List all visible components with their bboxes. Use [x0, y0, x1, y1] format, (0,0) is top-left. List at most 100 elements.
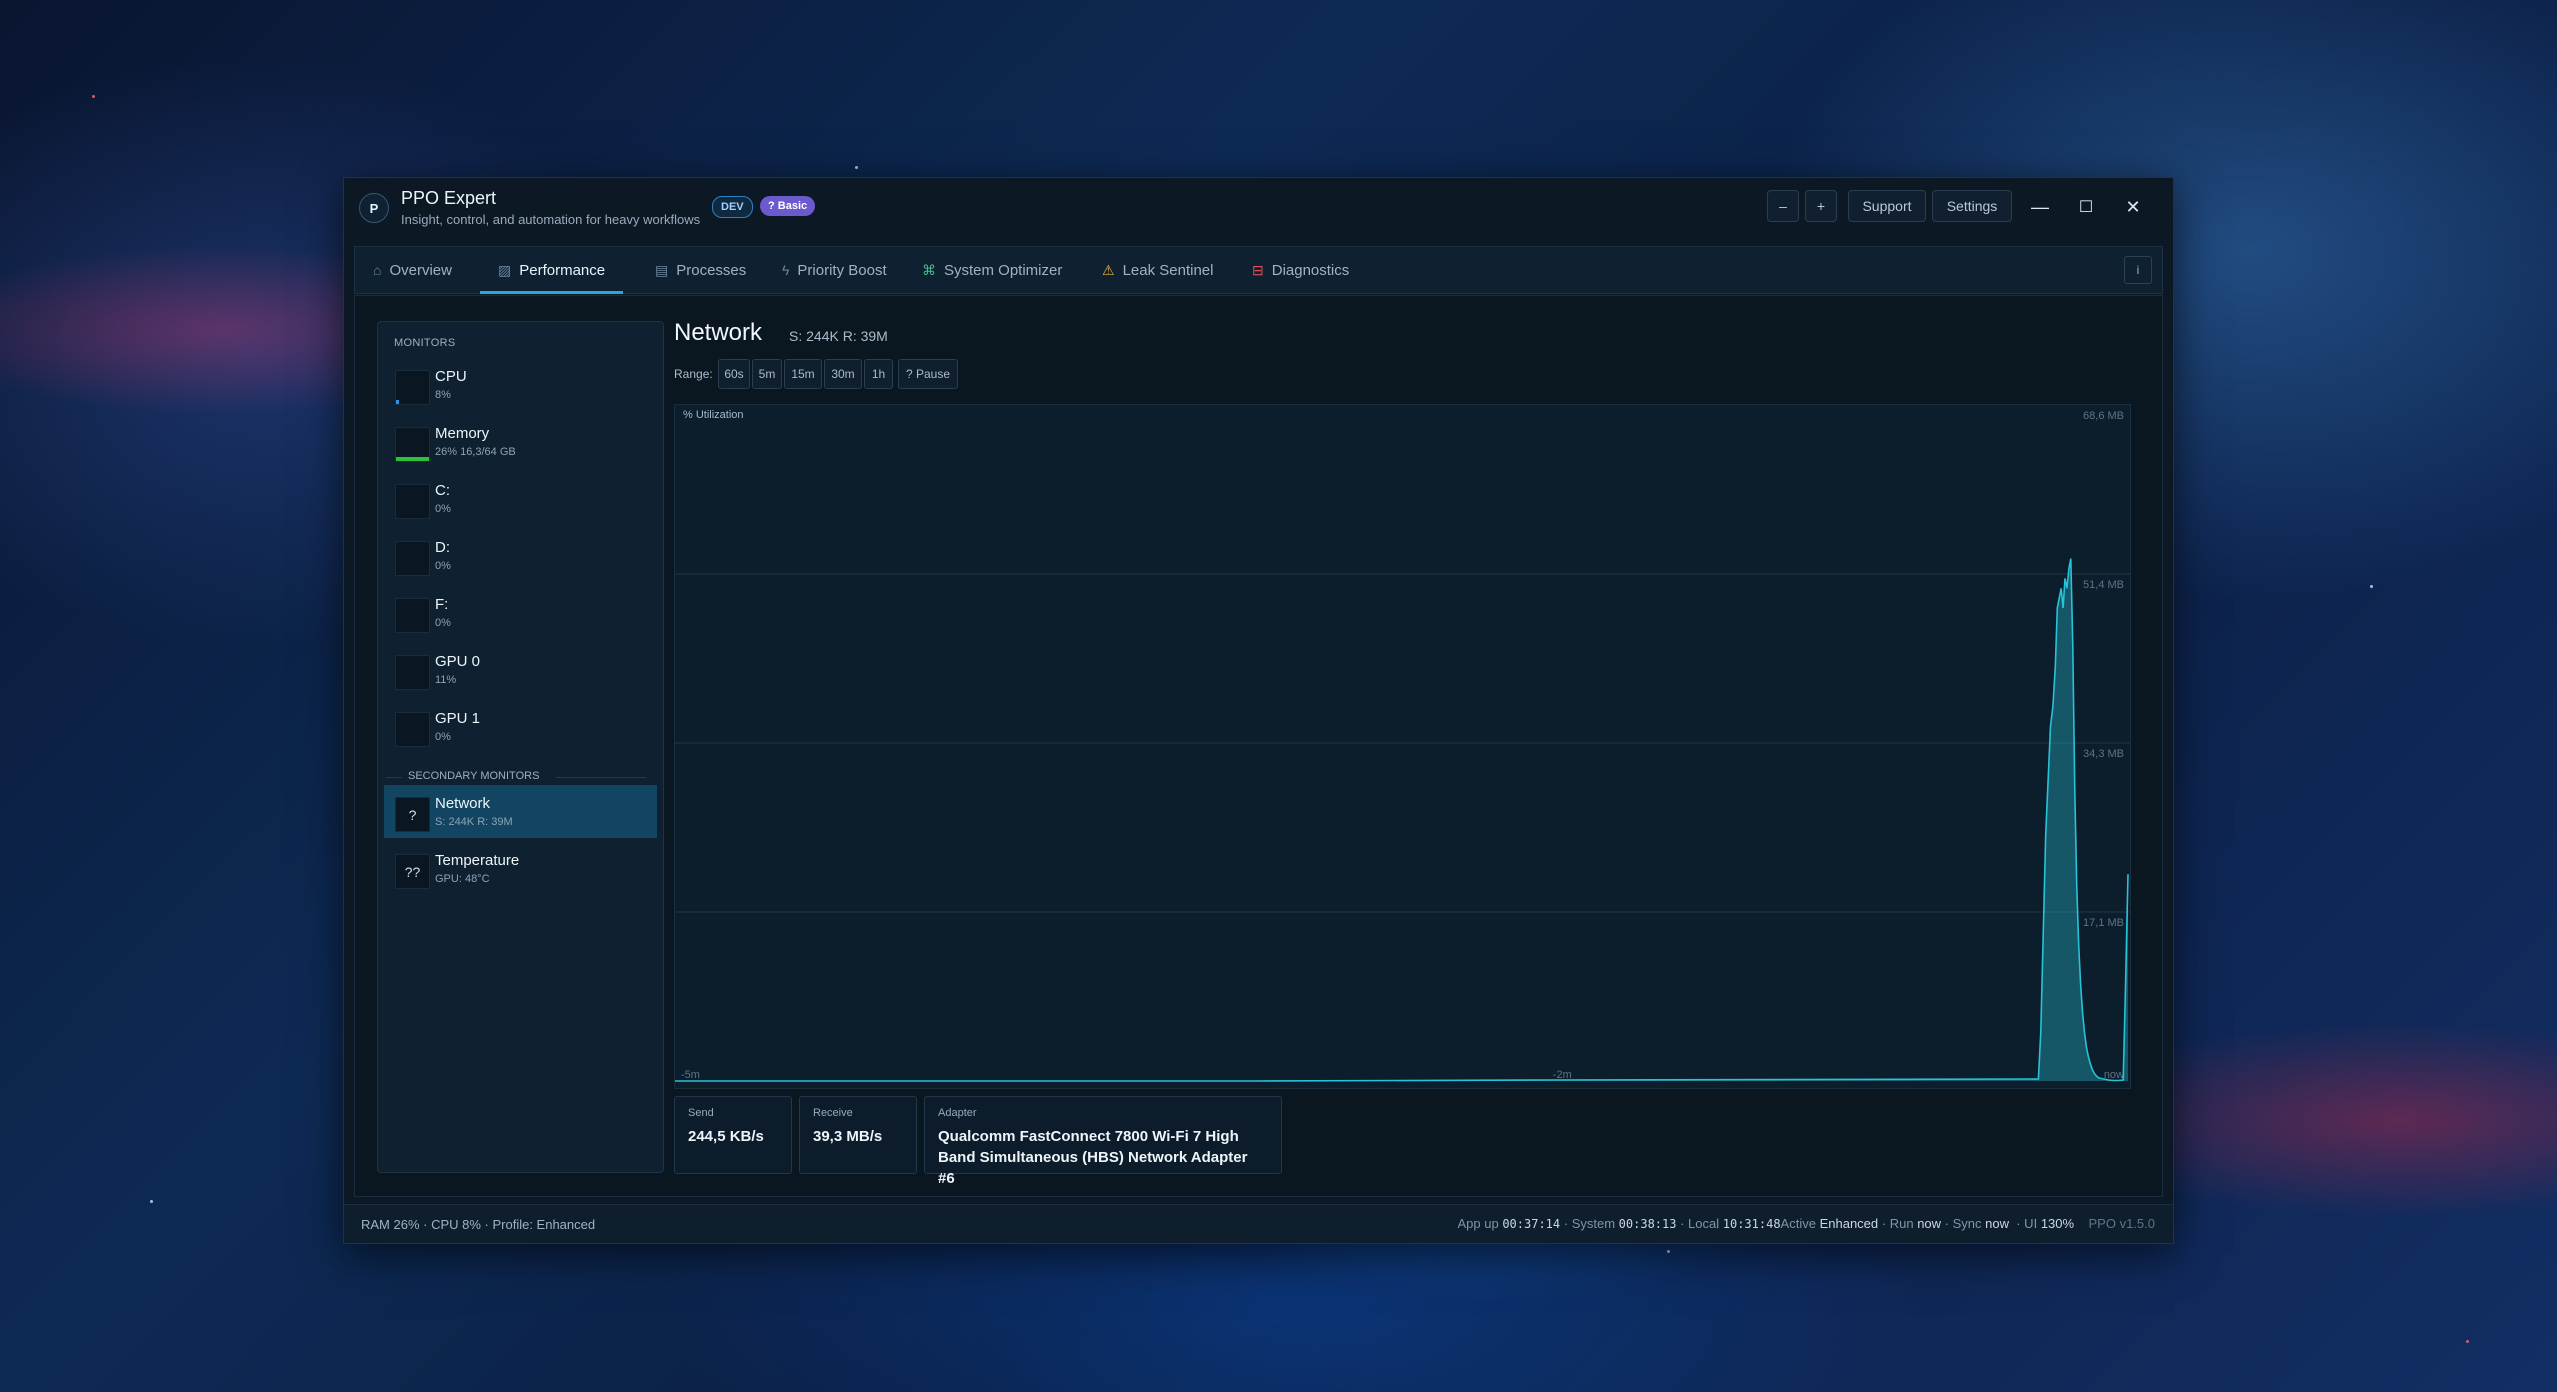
monitor-item-disk-c[interactable]: C: 0%	[384, 472, 657, 525]
monitor-thumbnail	[395, 541, 430, 576]
monitor-name: GPU 1	[435, 710, 481, 727]
range-label: Range:	[674, 367, 713, 381]
zoom-out-button[interactable]: –	[1767, 190, 1799, 222]
network-summary: S: 244K R: 39M	[789, 328, 888, 344]
monitor-value: 0%	[435, 560, 451, 572]
chart-plot: 68,6 MB51,4 MB34,3 MB17,1 MB-5m -2m now	[675, 410, 2130, 1082]
monitor-thumbnail	[395, 655, 430, 690]
app-title: PPO Expert	[401, 188, 497, 208]
monitor-thumbnail: ??	[395, 854, 430, 889]
temperature-icon: ??	[404, 863, 421, 880]
document-icon: ▤	[655, 261, 669, 278]
range-30m-button[interactable]: 30m	[824, 359, 862, 389]
sync-label: · Sync	[1944, 1216, 1982, 1231]
monitor-thumbnail	[395, 427, 430, 462]
divider	[556, 777, 646, 778]
monitor-item-network[interactable]: ? Network S: 244K R: 39M	[384, 785, 657, 838]
app-logo: P	[359, 193, 389, 223]
y-tick-label: 68,6 MB	[2083, 410, 2124, 422]
tab-overview[interactable]: ⌂ Overview	[373, 247, 452, 293]
monitor-thumbnail	[395, 484, 430, 519]
network-chart: % Utilization 68,6 MB 51,4 MB 34,3 MB 17,1 …	[674, 404, 2131, 1089]
card-label: Adapter	[938, 1107, 977, 1119]
monitor-thumbnail	[395, 370, 430, 405]
range-5m-button[interactable]: 5m	[752, 359, 782, 389]
monitor-value: 0%	[435, 731, 451, 743]
app-up-label: App up	[1457, 1216, 1499, 1231]
pause-button[interactable]: ? Pause	[898, 359, 958, 389]
tab-system-optimizer[interactable]: ⌘ System Optimizer	[922, 247, 1062, 293]
toolbox-icon: ⊟	[1252, 261, 1264, 278]
range-15m-button[interactable]: 15m	[784, 359, 822, 389]
monitor-value: S: 244K R: 39M	[435, 816, 513, 828]
tab-label: Priority Boost	[797, 261, 887, 279]
y-tick-label: 17,1 MB	[2083, 917, 2124, 929]
status-bar: RAM 26% · CPU 8% · Profile: Enhanced App…	[344, 1204, 2173, 1243]
active-label: Active	[1780, 1216, 1816, 1231]
local-label: · Local	[1680, 1216, 1720, 1231]
monitor-thumbnail	[395, 712, 430, 747]
bolt-icon: ϟ	[782, 262, 790, 278]
app-version: PPO v1.5.0	[2088, 1216, 2155, 1231]
app-uptime: 00:37:14	[1502, 1217, 1561, 1231]
monitor-name: F:	[435, 596, 449, 613]
send-rate: 244,5 KB/s	[688, 1128, 764, 1145]
tab-label: Diagnostics	[1271, 261, 1350, 279]
monitor-sidebar: MONITORS CPU 8% Memory 26% 16,3/64 GB C:…	[377, 321, 664, 1173]
tab-label: Leak Sentinel	[1122, 261, 1214, 279]
tab-label: Processes	[676, 261, 747, 279]
zoom-in-button[interactable]: +	[1805, 190, 1837, 222]
usage-bar	[396, 457, 429, 461]
info-button[interactable]: i	[2124, 256, 2152, 284]
monitor-item-gpu-0[interactable]: GPU 0 11%	[384, 643, 657, 696]
tab-label: Overview	[389, 261, 452, 279]
active-tab-indicator	[480, 291, 624, 294]
settings-button[interactable]: Settings	[1932, 190, 2012, 222]
minimize-icon[interactable]: —	[2025, 192, 2055, 222]
warning-icon: ⚠	[1102, 261, 1115, 278]
series-line	[675, 558, 2129, 1082]
adapter-name: Qualcomm FastConnect 7800 Wi-Fi 7 High B…	[938, 1128, 1248, 1187]
run-value: now	[1917, 1216, 1942, 1231]
tier-badge[interactable]: ? Basic	[760, 196, 816, 216]
y-tick-label: 34,3 MB	[2083, 748, 2124, 760]
monitor-thumbnail	[395, 598, 430, 633]
tab-priority-boost[interactable]: ϟ Priority Boost	[782, 247, 887, 293]
monitor-item-memory[interactable]: Memory 26% 16,3/64 GB	[384, 415, 657, 468]
monitor-value: 11%	[435, 674, 457, 686]
monitor-name: D:	[435, 539, 450, 556]
maximize-icon[interactable]: ☐	[2071, 192, 2101, 222]
monitor-name: Memory	[435, 425, 490, 442]
tab-leak-sentinel[interactable]: ⚠ Leak Sentinel	[1102, 247, 1213, 293]
receive-card: Receive 39,3 MB/s	[799, 1096, 917, 1174]
system-label: · System	[1563, 1216, 1616, 1231]
card-label: Receive	[813, 1107, 853, 1119]
status-summary: RAM 26% · CPU 8% · Profile: Enhanced	[361, 1217, 596, 1232]
send-card: Send 244,5 KB/s	[674, 1096, 792, 1174]
monitor-item-gpu-1[interactable]: GPU 1 0%	[384, 700, 657, 753]
system-uptime: 00:38:13	[1618, 1217, 1677, 1231]
main-tab-bar: ⌂ Overview ▨ Performance ▤ Processes ϟ P…	[354, 246, 2163, 294]
close-icon[interactable]: ✕	[2118, 192, 2148, 222]
performance-panel: MONITORS CPU 8% Memory 26% 16,3/64 GB C:…	[354, 295, 2163, 1197]
tab-processes[interactable]: ▤ Processes	[655, 247, 746, 293]
chart-icon: ▨	[498, 261, 512, 278]
monitor-value: 0%	[435, 503, 451, 515]
app-window: P PPO Expert Insight, control, and autom…	[343, 177, 2174, 1244]
y-tick-label: 51,4 MB	[2083, 579, 2124, 591]
tab-diagnostics[interactable]: ⊟ Diagnostics	[1252, 247, 1349, 293]
monitor-item-disk-d[interactable]: D: 0%	[384, 529, 657, 582]
x-tick-label: -5m	[681, 1069, 700, 1081]
range-1h-button[interactable]: 1h	[864, 359, 893, 389]
sync-value: now	[1985, 1216, 2009, 1231]
receive-rate: 39,3 MB/s	[813, 1128, 883, 1145]
network-icon: ?	[408, 806, 417, 823]
monitor-item-temperature[interactable]: ?? Temperature GPU: 48°C	[384, 842, 657, 895]
monitor-thumbnail: ?	[395, 797, 430, 832]
monitor-item-cpu[interactable]: CPU 8%	[384, 358, 657, 411]
tab-performance[interactable]: ▨ Performance	[480, 247, 624, 294]
range-60s-button[interactable]: 60s	[718, 359, 750, 389]
support-button[interactable]: Support	[1848, 190, 1926, 222]
adapter-card: Adapter Qualcomm FastConnect 7800 Wi-Fi …	[924, 1096, 1282, 1187]
monitor-item-disk-f[interactable]: F: 0%	[384, 586, 657, 639]
